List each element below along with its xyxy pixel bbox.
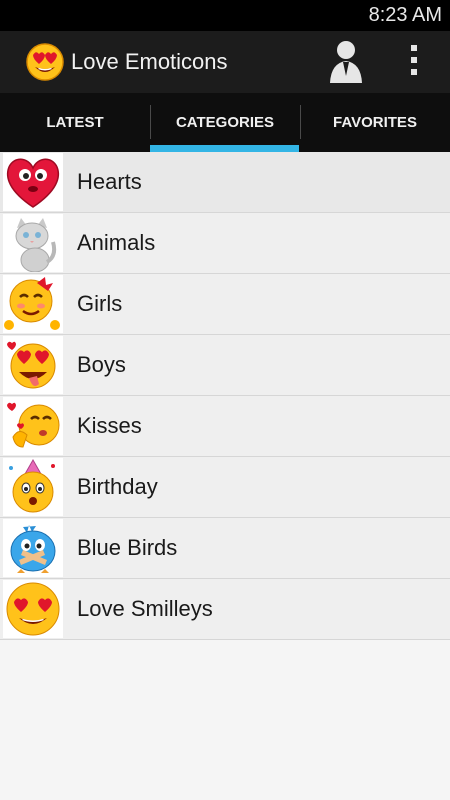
- overflow-dot: [411, 45, 417, 51]
- app-title: Love Emoticons: [71, 49, 228, 74]
- category-label: Hearts: [77, 169, 142, 194]
- category-label: Love Smilleys: [77, 596, 213, 621]
- birthday-smiley-icon: [3, 458, 63, 516]
- category-label: Birthday: [77, 474, 158, 499]
- category-label: Animals: [77, 230, 156, 255]
- category-row-birthday[interactable]: Birthday: [0, 457, 450, 518]
- tab-bar: LATEST CATEGORIES FAVORITES: [0, 93, 450, 152]
- heart-eyes-smiley-icon[interactable]: [24, 40, 66, 82]
- tab-latest[interactable]: LATEST: [0, 93, 150, 152]
- category-row-kisses[interactable]: Kisses: [0, 396, 450, 457]
- person-silhouette-icon[interactable]: [327, 39, 365, 83]
- category-label: Girls: [77, 291, 123, 316]
- category-row-animals[interactable]: Animals: [0, 213, 450, 274]
- action-bar: Love Emoticons: [0, 31, 450, 93]
- girl-smiley-icon: [3, 275, 63, 333]
- kissing-smiley-icon: [3, 397, 63, 455]
- love-smiley-icon: [3, 580, 63, 638]
- selected-tab-indicator: [150, 145, 299, 152]
- overflow-dot: [411, 69, 417, 75]
- category-row-hearts[interactable]: Hearts: [0, 152, 450, 213]
- category-row-blue-birds[interactable]: Blue Birds: [0, 518, 450, 579]
- category-row-boys[interactable]: Boys: [0, 335, 450, 396]
- status-time: 8:23 AM: [368, 4, 442, 26]
- status-bar: 8:23 AM: [0, 0, 450, 31]
- blue-bird-icon: [3, 519, 63, 577]
- category-label: Blue Birds: [77, 535, 178, 560]
- category-label: Kisses: [77, 413, 142, 438]
- overflow-menu-icon[interactable]: [402, 43, 426, 81]
- category-row-love-smilleys[interactable]: Love Smilleys: [0, 579, 450, 640]
- category-label: Boys: [77, 352, 126, 377]
- tab-categories[interactable]: CATEGORIES: [150, 93, 300, 152]
- category-row-girls[interactable]: Girls: [0, 274, 450, 335]
- category-list: Hearts Animals Girls Boys Kisses Birthda…: [0, 152, 450, 640]
- overflow-dot: [411, 57, 417, 63]
- kitten-icon: [3, 214, 63, 272]
- boy-smiley-icon: [3, 336, 63, 394]
- heart-face-icon: [3, 153, 63, 211]
- tab-favorites[interactable]: FAVORITES: [300, 93, 450, 152]
